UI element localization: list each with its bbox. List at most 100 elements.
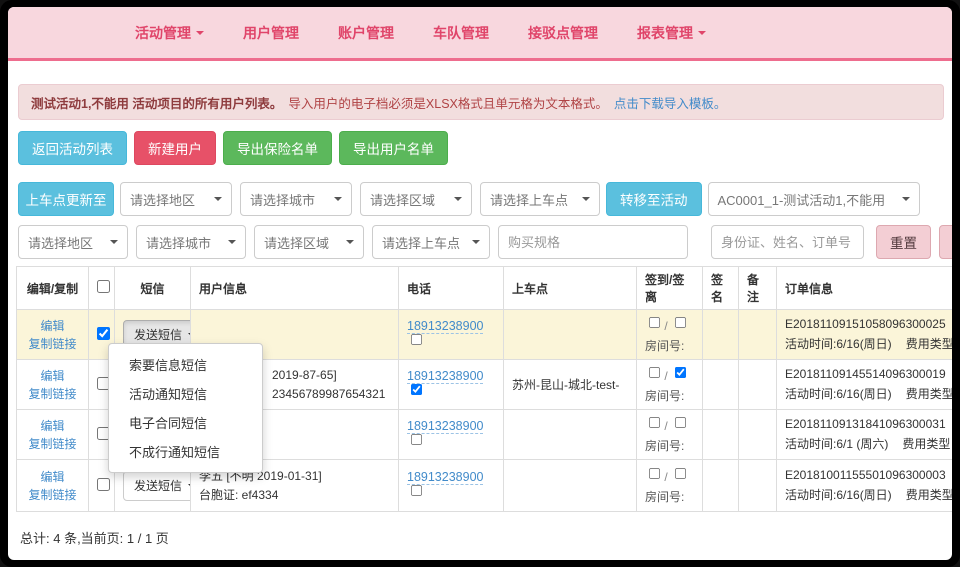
target-activity-select[interactable]: AC0001_1-测试活动1,不能用 — [708, 182, 920, 216]
edit-link[interactable]: 编辑 — [25, 417, 80, 435]
nav-user-management[interactable]: 用户管理 — [243, 23, 299, 43]
checkin-checkbox[interactable] — [649, 316, 660, 327]
phone-link[interactable]: 18913238900 — [407, 470, 483, 485]
city-select[interactable]: 请选择城市 — [240, 182, 352, 216]
back-to-activity-list-button[interactable]: 返回活动列表 — [18, 131, 127, 165]
filter-region-select[interactable]: 请选择地区 — [18, 225, 128, 259]
checkout-checkbox[interactable] — [675, 416, 686, 427]
chevron-down-icon — [454, 197, 462, 201]
order-fee-label: 费用类型 — [906, 387, 952, 401]
send-sms-button[interactable]: 发送短信 — [123, 471, 191, 501]
spec-input[interactable] — [498, 225, 688, 259]
phone-checkbox[interactable] — [411, 485, 422, 496]
filter-pickup-select[interactable]: 请选择上车点 — [372, 225, 490, 259]
copy-link[interactable]: 复制链接 — [25, 385, 80, 403]
region-select[interactable]: 请选择地区 — [120, 182, 232, 216]
select-all-checkbox[interactable] — [97, 280, 110, 293]
search-input[interactable] — [711, 225, 864, 259]
download-template-link[interactable]: 点击下载导入模板。 — [614, 93, 727, 112]
col-phone: 电话 — [399, 267, 504, 310]
pickup-update-row: 上车点更新至 请选择地区 请选择城市 请选择区域 请选择上车点 转移至活动 AC… — [18, 182, 952, 216]
user-info-line: 台胞证: ef4334 — [199, 486, 390, 505]
checkin-checkbox[interactable] — [649, 416, 660, 427]
nav-report-management[interactable]: 报表管理 — [637, 23, 706, 43]
select-value: 请选择区域 — [264, 233, 329, 252]
col-order-info: 订单信息 — [777, 267, 953, 310]
nav-label: 车队管理 — [433, 23, 489, 43]
copy-link[interactable]: 复制链接 — [25, 486, 80, 504]
nav-shuttle-point-management[interactable]: 接驳点管理 — [528, 23, 598, 43]
nav-label: 账户管理 — [338, 23, 394, 43]
filter-button[interactable]: 过滤 — [939, 225, 952, 259]
user-info-line: 23456789987654321 — [272, 385, 390, 404]
phone-link[interactable]: 18913238900 — [407, 419, 483, 434]
phone-link[interactable]: 18913238900 — [407, 369, 483, 384]
table-header-row: 编辑/复制 短信 用户信息 电话 上车点 签到/签离 签名 备注 订单信息 — [17, 267, 953, 310]
order-time: 活动时间:6/1 (周六) — [785, 437, 888, 451]
new-user-button[interactable]: 新建用户 — [134, 131, 216, 165]
menu-item-cancellation-notice-sms[interactable]: 不成行通知短信 — [109, 437, 262, 466]
order-id: E20181109145514096300019 — [785, 367, 952, 381]
checkin-checkbox[interactable] — [649, 467, 660, 478]
district-select[interactable]: 请选择区域 — [360, 182, 472, 216]
room-number-label: 房间号: — [645, 337, 694, 354]
update-pickup-button[interactable]: 上车点更新至 — [18, 182, 114, 216]
phone-checkbox[interactable] — [411, 384, 422, 395]
alert-message: 导入用户的电子档必须是XLSX格式且单元格为文本格式。 — [288, 93, 607, 112]
checkout-checkbox[interactable] — [675, 366, 686, 377]
transfer-to-activity-button[interactable]: 转移至活动 — [606, 182, 702, 216]
note-cell — [739, 410, 777, 460]
sign-separator: / — [664, 319, 667, 333]
col-user-info: 用户信息 — [191, 267, 399, 310]
export-user-list-button[interactable]: 导出用户名单 — [339, 131, 448, 165]
filter-city-select[interactable]: 请选择城市 — [136, 225, 246, 259]
edit-link[interactable]: 编辑 — [25, 317, 80, 335]
pickup-cell — [504, 410, 637, 460]
select-value: 请选择地区 — [130, 190, 195, 209]
nav-account-management[interactable]: 账户管理 — [338, 23, 394, 43]
edit-link[interactable]: 编辑 — [25, 367, 80, 385]
sign-separator: / — [664, 470, 667, 484]
checkout-checkbox[interactable] — [675, 467, 686, 478]
window-frame: 活动管理 用户管理 账户管理 车队管理 接驳点管理 报表管理 测试活动1,不能用… — [0, 0, 960, 567]
pickup-point-select[interactable]: 请选择上车点 — [480, 182, 600, 216]
col-select-all — [89, 267, 115, 310]
edit-link[interactable]: 编辑 — [25, 468, 80, 486]
select-value: 请选择区域 — [370, 190, 435, 209]
app-page: 活动管理 用户管理 账户管理 车队管理 接驳点管理 报表管理 测试活动1,不能用… — [8, 7, 952, 560]
pickup-cell — [504, 460, 637, 512]
order-time: 活动时间:6/16(周日) — [785, 387, 892, 401]
select-value: 请选择城市 — [250, 190, 315, 209]
button-label: 发送短信 — [134, 326, 182, 343]
copy-link[interactable]: 复制链接 — [25, 435, 80, 453]
phone-checkbox[interactable] — [411, 334, 422, 345]
room-number-label: 房间号: — [645, 437, 694, 454]
phone-link[interactable]: 18913238900 — [407, 319, 483, 334]
order-id: E20181001155501096300003 — [785, 468, 952, 482]
nav-label: 接驳点管理 — [528, 23, 598, 43]
menu-item-e-contract-sms[interactable]: 电子合同短信 — [109, 408, 262, 437]
chevron-down-icon — [698, 31, 706, 35]
col-pickup: 上车点 — [504, 267, 637, 310]
row-checkbox[interactable] — [97, 478, 110, 491]
col-edit-copy: 编辑/复制 — [17, 267, 89, 310]
nav-fleet-management[interactable]: 车队管理 — [433, 23, 489, 43]
chevron-down-icon — [346, 240, 354, 244]
signature-cell — [703, 410, 739, 460]
copy-link[interactable]: 复制链接 — [25, 335, 80, 353]
row-checkbox[interactable] — [97, 327, 110, 340]
filter-district-select[interactable]: 请选择区域 — [254, 225, 364, 259]
pickup-cell: 苏州-昆山-城北-test- — [504, 360, 637, 410]
checkout-checkbox[interactable] — [675, 316, 686, 327]
phone-checkbox[interactable] — [411, 434, 422, 445]
signature-cell — [703, 310, 739, 360]
reset-button[interactable]: 重置 — [876, 225, 931, 259]
menu-item-activity-notice-sms[interactable]: 活动通知短信 — [109, 379, 262, 408]
chevron-down-icon — [228, 240, 236, 244]
menu-item-request-info-sms[interactable]: 索要信息短信 — [109, 350, 262, 379]
nav-label: 报表管理 — [637, 23, 693, 43]
note-cell — [739, 460, 777, 512]
checkin-checkbox[interactable] — [649, 366, 660, 377]
export-insurance-list-button[interactable]: 导出保险名单 — [223, 131, 332, 165]
nav-activity-management[interactable]: 活动管理 — [135, 23, 204, 43]
